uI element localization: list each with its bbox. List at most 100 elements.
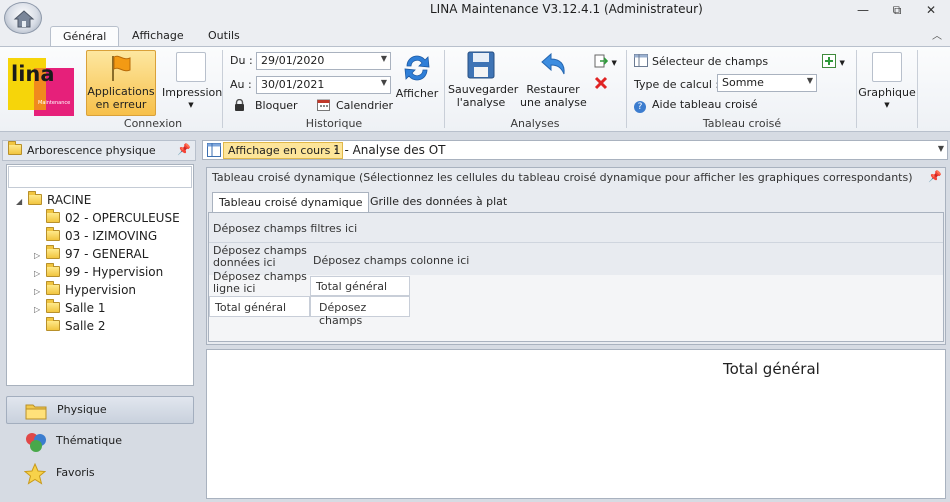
- minimize-button[interactable]: —: [852, 3, 874, 19]
- table-icon: [207, 143, 221, 160]
- bloquer-button[interactable]: Bloquer: [234, 98, 298, 112]
- add-icon: [822, 54, 836, 68]
- folder-icon: [46, 245, 60, 259]
- pivot-caption: Tableau croisé dynamique (Sélectionnez l…: [212, 171, 913, 184]
- sauvegarder-analyse-button[interactable]: Sauvegarder l'analyse: [448, 50, 518, 114]
- dropdown-arrow-icon: ▼: [188, 101, 194, 109]
- tab-tableau-croise[interactable]: Tableau croisé dynamique: [212, 192, 370, 212]
- du-label: Du :: [230, 54, 253, 67]
- tree-node[interactable]: ▷ 99 - Hypervision: [12, 263, 192, 283]
- physical-tree: ◢ RACINE 02 - OPERCULEUSE 03 - IZIMOVING …: [12, 191, 192, 337]
- dropdown-arrow-icon: ▼: [806, 76, 813, 85]
- nav-favoris[interactable]: Favoris: [6, 460, 194, 488]
- arborescence-header: Arborescence physique 📌: [2, 140, 196, 161]
- type-calcul-select[interactable]: Somme ▼: [717, 74, 817, 92]
- date-au-field[interactable]: 30/01/2021 ▼: [256, 76, 391, 94]
- tree-node[interactable]: Salle 2: [12, 317, 192, 337]
- applications-en-erreur-button[interactable]: Applications en erreur: [86, 50, 156, 116]
- app-menu-button[interactable]: [4, 2, 42, 34]
- tree-node[interactable]: 03 - IZIMOVING: [12, 227, 192, 247]
- tab-general[interactable]: Général: [50, 26, 120, 46]
- au-label: Au :: [230, 78, 252, 91]
- expander-icon[interactable]: ◢: [16, 197, 28, 206]
- dropdown-arrow-icon[interactable]: ▼: [938, 144, 944, 153]
- folder-icon: [46, 317, 60, 331]
- window-title: LINA Maintenance V3.12.4.1 (Administrate…: [430, 2, 703, 16]
- export-button[interactable]: ▼: [594, 54, 617, 71]
- aide-tableau-button[interactable]: ? Aide tableau croisé: [634, 98, 758, 113]
- expander-icon[interactable]: ▷: [34, 269, 46, 278]
- impression-button[interactable]: Impression ▼: [162, 50, 222, 116]
- chart-icon: [872, 52, 902, 82]
- tab-affichage[interactable]: Affichage: [120, 26, 196, 46]
- deposez-champs-cell[interactable]: Déposez champs: [310, 296, 410, 327]
- affichage-en-cours-bar[interactable]: Affichage en cours : 1 - Analyse des OT …: [202, 140, 948, 160]
- folder-icon: [46, 209, 60, 223]
- ribbon-separator: [856, 50, 857, 128]
- tree-node[interactable]: ▷ Salle 1: [12, 299, 192, 319]
- filter-drop-zone[interactable]: Déposez champs filtres ici: [209, 213, 943, 243]
- type-calcul-label: Type de calcul :: [634, 78, 720, 91]
- selecteur-champs-button[interactable]: Sélecteur de champs: [634, 54, 768, 68]
- delete-button[interactable]: [594, 76, 608, 93]
- ribbon-separator: [626, 50, 627, 128]
- dropdown-arrow-icon: ▼: [380, 54, 387, 63]
- dropdown-arrow-icon: ▼: [839, 59, 845, 67]
- nav-physique[interactable]: Physique: [6, 396, 194, 424]
- star-icon: [23, 462, 47, 488]
- dropdown-arrow-icon: ▼: [380, 78, 387, 87]
- affichage-label: Affichage en cours :: [223, 142, 343, 159]
- total-general-column-header: Total général: [310, 276, 410, 296]
- group-label-connexion: Connexion: [123, 117, 183, 130]
- home-icon: [13, 10, 35, 28]
- nav-thematique[interactable]: Thématique: [6, 428, 194, 456]
- tree-node[interactable]: 02 - OPERCULEUSE: [12, 209, 192, 229]
- tree-node[interactable]: ▷ 97 - GENERAL: [12, 245, 192, 265]
- group-label-analyses: Analyses: [510, 117, 560, 130]
- column-drop-zone[interactable]: Déposez champs colonne ici: [313, 254, 469, 267]
- tree-node[interactable]: ▷ Hypervision: [12, 281, 192, 301]
- save-disk-icon: [467, 51, 495, 79]
- expander-icon[interactable]: ▷: [34, 305, 46, 314]
- undo-arrow-icon: [541, 52, 565, 75]
- tree-node-racine[interactable]: ◢ RACINE: [12, 191, 192, 211]
- affichage-value: 1 - Analyse des OT: [333, 143, 446, 157]
- ribbon-separator: [444, 50, 445, 128]
- lock-icon: [234, 98, 245, 111]
- field-selector-icon: [634, 54, 648, 67]
- date-du-field[interactable]: 29/01/2020 ▼: [256, 52, 391, 70]
- dropdown-arrow-icon: ▼: [611, 59, 617, 67]
- folder-icon: [8, 141, 22, 155]
- pin-icon[interactable]: 📌: [928, 170, 942, 183]
- refresh-icon: [404, 55, 430, 81]
- calendrier-button[interactable]: Calendrier: [317, 99, 393, 112]
- restore-button[interactable]: ⧉: [886, 3, 908, 19]
- add-button[interactable]: ▼: [822, 54, 845, 71]
- group-label-tableau-croise: Tableau croisé: [702, 117, 782, 130]
- tab-outils[interactable]: Outils: [196, 26, 252, 46]
- close-button[interactable]: ✕: [920, 3, 942, 19]
- afficher-button[interactable]: Afficher: [394, 52, 440, 102]
- graphique-button[interactable]: Graphique ▼: [858, 50, 916, 116]
- pin-icon[interactable]: 📌: [177, 143, 191, 156]
- expander-icon[interactable]: ▷: [34, 251, 46, 260]
- folder-icon: [46, 227, 60, 241]
- folder-icon: [28, 191, 42, 205]
- lina-logo: lina Maintenance: [8, 54, 74, 116]
- flag-icon: [112, 55, 131, 81]
- calendar-icon: [317, 99, 330, 111]
- row-drop-zone[interactable]: Déposez champs ligne ici: [213, 271, 307, 295]
- expander-icon[interactable]: ▷: [34, 287, 46, 296]
- restaurer-analyse-button[interactable]: Restaurer une analyse: [520, 50, 587, 114]
- chart-title: Total général: [723, 360, 820, 378]
- ribbon-collapse-icon[interactable]: ︿: [932, 27, 942, 42]
- data-drop-zone[interactable]: Déposez champs données ici: [213, 245, 307, 269]
- tab-grille-donnees[interactable]: Grille des données à plat: [364, 192, 513, 212]
- folder-icon: [46, 299, 60, 313]
- chart-area: Total général: [206, 349, 946, 499]
- total-general-row-header: Total général: [209, 296, 310, 317]
- tree-search-input[interactable]: [8, 166, 192, 188]
- group-label-historique: Historique: [305, 117, 363, 130]
- folder-icon: [25, 402, 47, 423]
- delete-x-icon: [594, 76, 608, 90]
